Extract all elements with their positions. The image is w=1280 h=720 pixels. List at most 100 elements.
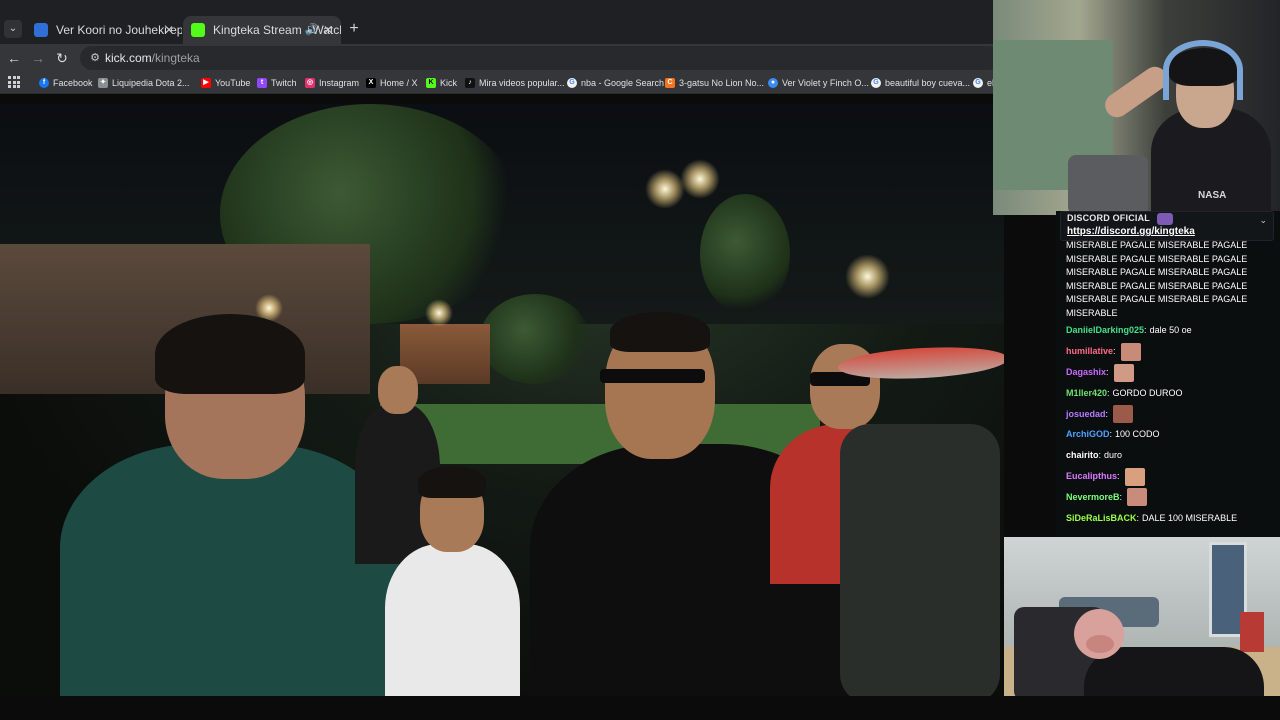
chat-line: MISERABLE PAGALE MISERABLE PAGALE (1066, 280, 1248, 291)
chat-emote-icon (1120, 342, 1141, 361)
bookmark-twitch[interactable]: t Twitch (257, 75, 297, 91)
pinned-message[interactable]: DISCORD OFICIAL https://discord.gg/kingt… (1060, 211, 1274, 241)
site-info-icon[interactable]: ⚙ (88, 51, 102, 65)
chat-username[interactable]: NevermoreB (1066, 492, 1120, 503)
chat-line: MISERABLE PAGALE MISERABLE PAGALE (1066, 294, 1248, 305)
chat-message: DaniielDarking025: dale 50 oe (1066, 321, 1276, 342)
chat-username[interactable]: josuedad (1066, 409, 1106, 420)
video-street-lamp (645, 169, 685, 209)
tiktok-icon: ♪ (465, 78, 475, 88)
back-arrow-icon[interactable]: ← (4, 48, 24, 68)
x-icon: X (366, 78, 376, 88)
chat-message: humillative: (1066, 341, 1276, 362)
video-street-lamp (425, 299, 453, 327)
bookmark-beautiful-boy[interactable]: Gbeautiful boy cueva... (871, 75, 970, 91)
pinned-title: DISCORD OFICIAL (1067, 213, 1150, 223)
bookmark-facebook[interactable]: f Facebook (39, 75, 93, 91)
new-tab-plus-icon[interactable]: + (346, 19, 362, 39)
chat-message: josuedad: (1066, 404, 1276, 425)
crunchyroll-tab-icon (34, 23, 48, 37)
bookmark-3-gatsu[interactable]: C 3-gatsu No Lion No... (665, 75, 764, 91)
tab-koori[interactable]: Ver Koori no Jouheki episodio ✕ (26, 16, 182, 44)
facecam-chair (1068, 155, 1148, 215)
bookmark-liquipedia[interactable]: ✦ Liquipedia Dota 2... (98, 75, 190, 91)
chat-panel: DISCORD OFICIAL https://discord.gg/kingt… (1056, 211, 1280, 536)
bookmark-nba-search[interactable]: Gnba - Google Search (567, 75, 664, 91)
chat-message-list: DaniielDarking025: dale 50 oe humillative:… (1066, 321, 1276, 529)
bookmark-el[interactable]: Gel (973, 75, 994, 91)
chat-username[interactable]: Eucalipthus (1066, 471, 1117, 482)
chat-username[interactable]: SiDeRaLisBACK (1066, 513, 1137, 524)
chat-username[interactable]: M1ller420 (1066, 388, 1107, 399)
video-tree (480, 294, 590, 384)
pinned-emote-icon (1157, 213, 1173, 225)
chat-message: chairito: duro (1066, 445, 1276, 466)
kick-tab-icon (191, 23, 205, 37)
bookmark-tiktok[interactable]: ♪ Mira videos popular... (465, 75, 565, 91)
forward-arrow-icon[interactable]: → (28, 48, 48, 68)
bookmark-violet-finch[interactable]: ● Ver Violet y Finch O... (768, 75, 869, 91)
chat-text: duro (1104, 450, 1123, 461)
apps-grid-icon[interactable] (8, 76, 20, 88)
chat-emote-icon (1113, 363, 1134, 382)
video-street-lamp (680, 159, 720, 199)
chat-message: NevermoreB: (1066, 487, 1276, 508)
bookmark-instagram[interactable]: ◎ Instagram (305, 75, 359, 91)
google-icon: G (567, 78, 577, 88)
chat-separator: : (1119, 491, 1123, 502)
chat-emote-icon (1113, 405, 1134, 424)
instagram-icon: ◎ (305, 78, 315, 88)
headset-icon (1163, 40, 1243, 100)
liquipedia-icon: ✦ (98, 78, 108, 88)
chat-text: GORDO DUROO (1112, 387, 1183, 398)
facecam-overlay: NASA (993, 0, 1280, 215)
chat-separator: : (1136, 512, 1140, 523)
twitch-icon: t (257, 78, 267, 88)
url-text: kick.com/kingteka (105, 51, 200, 65)
close-tab-icon[interactable]: ✕ (323, 16, 333, 44)
chat-message: ArchiGOD:100 CODO (1066, 425, 1276, 446)
facebook-icon: f (39, 78, 49, 88)
google-icon: G (973, 78, 983, 88)
close-tab-icon[interactable]: ✕ (164, 16, 174, 44)
chat-text: dale 50 oe (1149, 325, 1192, 336)
video-street-lamp (845, 254, 890, 299)
chat-username[interactable]: DaniielDarking025 (1066, 325, 1144, 336)
google-icon: G (871, 78, 881, 88)
bookmark-x[interactable]: X Home / X (366, 75, 418, 91)
pig-snout (1086, 635, 1114, 653)
reload-icon[interactable]: ↻ (52, 48, 72, 68)
chrome-icon: ● (768, 78, 778, 88)
chat-message: M1ller420: GORDO DUROO (1066, 383, 1276, 404)
chevron-down-icon[interactable]: ⌄ (1259, 215, 1267, 226)
chat-username[interactable]: chairito (1066, 450, 1099, 461)
chat-username[interactable]: ArchiGOD (1066, 429, 1110, 440)
chat-line: MISERABLE (1066, 307, 1118, 318)
chat-spam-message: MISERABLE PAGALE MISERABLE PAGALE MISERA… (1066, 239, 1276, 321)
chat-line: MISERABLE PAGALE MISERABLE PAGALE (1066, 240, 1248, 250)
crunchyroll-icon: C (665, 78, 675, 88)
address-bar[interactable]: ⚙ kick.com/kingteka (80, 46, 1000, 70)
tab-kingteka[interactable]: Kingteka Stream - Watch Live 🔊 ✕ (183, 16, 341, 44)
youtube-icon: ▶ (201, 78, 211, 88)
bookmark-kick[interactable]: K Kick (426, 75, 457, 91)
chat-emote-icon (1127, 488, 1148, 507)
chat-separator: : (1106, 367, 1109, 378)
tab-title: Kingteka Stream - Watch Live (213, 23, 341, 37)
chat-separator: : (1117, 471, 1120, 482)
chat-separator: : (1109, 429, 1113, 440)
stream-video-player[interactable] (0, 104, 1004, 696)
bookmark-youtube[interactable]: ▶ YouTube (201, 75, 250, 91)
video-palm (700, 194, 790, 314)
chat-username[interactable]: humillative (1066, 346, 1113, 357)
chat-line: MISERABLE PAGALE MISERABLE PAGALE (1066, 267, 1248, 278)
tab-search-icon[interactable]: ⌄ (4, 20, 22, 38)
pig-cam-overlay (1004, 537, 1280, 701)
chat-message: SiDeRaLisBACK: DALE 100 MISERABLE (1066, 508, 1276, 529)
facecam-shirt-text: NASA (1198, 190, 1227, 201)
discord-link[interactable]: https://discord.gg/kingteka (1067, 226, 1195, 237)
speaker-icon[interactable]: 🔊 (305, 16, 319, 44)
chat-username[interactable]: Dagashix (1066, 367, 1106, 378)
chat-message: Eucalipthus: (1066, 466, 1276, 487)
chat-text: DALE 100 MISERABLE (1142, 512, 1238, 523)
